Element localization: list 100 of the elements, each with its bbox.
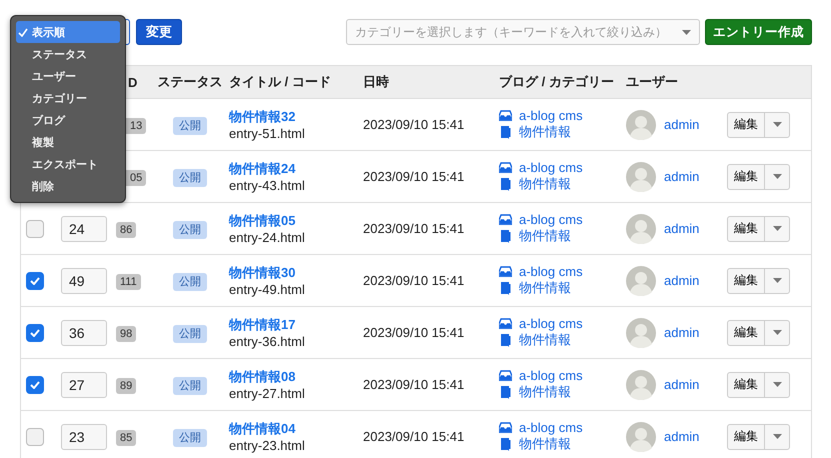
- status-label: 公開: [173, 376, 207, 394]
- column-header: タイトル / コード: [229, 73, 332, 91]
- entry-title-link[interactable]: 物件情報04: [229, 420, 296, 438]
- user-link[interactable]: admin: [664, 377, 700, 392]
- entry-code: entry-24.html: [229, 230, 305, 245]
- category-link[interactable]: 物件情報: [519, 227, 571, 245]
- entry-date: 2023/09/10 15:41: [363, 429, 464, 444]
- entry-title-link[interactable]: 物件情報24: [229, 160, 296, 178]
- column-header: ブログ / カテゴリー: [499, 73, 615, 91]
- menu-item[interactable]: ステータス: [16, 43, 120, 65]
- avatar-icon: [626, 318, 656, 348]
- avatar-icon: [626, 266, 656, 296]
- status-label: 公開: [173, 324, 207, 342]
- entry-date: 2023/09/10 15:41: [363, 377, 464, 392]
- user-link[interactable]: admin: [664, 273, 700, 288]
- bookmark-icon: [499, 334, 512, 346]
- entry-date: 2023/09/10 15:41: [363, 117, 464, 132]
- blog-link[interactable]: a-blog cms: [519, 420, 583, 435]
- order-field[interactable]: 27: [61, 372, 107, 398]
- category-link[interactable]: 物件情報: [519, 383, 571, 401]
- category-link[interactable]: 物件情報: [519, 331, 571, 349]
- caret-icon: [772, 330, 782, 335]
- bookmark-icon: [499, 178, 512, 190]
- entry-date: 2023/09/10 15:41: [363, 273, 464, 288]
- entry-id: 89: [116, 378, 136, 394]
- row-checkbox[interactable]: [26, 220, 44, 238]
- menu-item[interactable]: ユーザー: [16, 65, 120, 87]
- caret-icon: [682, 30, 691, 34]
- user-link[interactable]: admin: [664, 325, 700, 340]
- entry-id: 98: [116, 326, 136, 342]
- status-label: 公開: [173, 116, 207, 134]
- caret-icon: [772, 226, 782, 231]
- caret-icon: [772, 174, 782, 179]
- status-label: 公開: [173, 272, 207, 290]
- row-checkbox[interactable]: [26, 324, 44, 342]
- column-header: ステータス: [156, 73, 224, 91]
- entry-date: 2023/09/10 15:41: [363, 169, 464, 184]
- tray-icon: [499, 214, 512, 225]
- create-entry-button[interactable]: エントリー作成: [705, 19, 812, 45]
- row-checkbox[interactable]: [26, 376, 44, 394]
- row-checkbox[interactable]: [26, 272, 44, 290]
- tray-icon: [499, 110, 512, 121]
- category-link[interactable]: 物件情報: [519, 123, 571, 141]
- tray-icon: [499, 162, 512, 173]
- order-field[interactable]: 24: [61, 216, 107, 242]
- entry-title-link[interactable]: 物件情報32: [229, 108, 296, 126]
- user-link[interactable]: admin: [664, 169, 700, 184]
- avatar-icon: [626, 214, 656, 244]
- bookmark-icon: [499, 438, 512, 450]
- caret-icon: [772, 278, 782, 283]
- user-link[interactable]: admin: [664, 221, 700, 236]
- check-icon: [30, 276, 40, 284]
- avatar-icon: [626, 110, 656, 140]
- entry-title-link[interactable]: 物件情報08: [229, 368, 296, 386]
- avatar-icon: [626, 162, 656, 192]
- entry-title-link[interactable]: 物件情報05: [229, 212, 296, 230]
- menu-item[interactable]: 表示順: [16, 21, 120, 43]
- entry-id: 85: [116, 430, 136, 446]
- blog-link[interactable]: a-blog cms: [519, 316, 583, 331]
- blog-link[interactable]: a-blog cms: [519, 160, 583, 175]
- column-header: D: [127, 74, 138, 90]
- check-icon: [30, 328, 40, 336]
- menu-item[interactable]: カテゴリー: [16, 87, 120, 109]
- entry-title-link[interactable]: 物件情報30: [229, 264, 296, 282]
- bookmark-icon: [499, 386, 512, 398]
- bookmark-icon: [499, 126, 512, 138]
- entry-id: 86: [116, 222, 136, 238]
- user-link[interactable]: admin: [664, 429, 700, 444]
- check-icon: [30, 380, 40, 388]
- menu-item[interactable]: 複製: [16, 131, 120, 153]
- blog-link[interactable]: a-blog cms: [519, 368, 583, 383]
- category-link[interactable]: 物件情報: [519, 279, 571, 297]
- tray-icon: [499, 266, 512, 277]
- status-label: 公開: [173, 220, 207, 238]
- entry-date: 2023/09/10 15:41: [363, 221, 464, 236]
- order-field[interactable]: 36: [61, 320, 107, 346]
- blog-link[interactable]: a-blog cms: [519, 212, 583, 227]
- entry-code: entry-43.html: [229, 178, 305, 193]
- avatar-icon: [626, 370, 656, 400]
- blog-link[interactable]: a-blog cms: [519, 264, 583, 279]
- entry-title-link[interactable]: 物件情報17: [229, 316, 296, 334]
- category-select[interactable]: カテゴリーを選択します（キーワードを入れて絞り込み）: [346, 19, 700, 45]
- bookmark-icon: [499, 230, 512, 242]
- check-icon: [18, 28, 28, 36]
- order-field[interactable]: 49: [61, 268, 107, 294]
- category-link[interactable]: 物件情報: [519, 435, 571, 453]
- tray-icon: [499, 318, 512, 329]
- row-checkbox[interactable]: [26, 428, 44, 446]
- column-header: 日時: [363, 73, 390, 91]
- entry-code: entry-27.html: [229, 386, 305, 401]
- change-button[interactable]: 変更: [136, 19, 182, 45]
- tray-icon: [499, 370, 512, 381]
- order-field[interactable]: 23: [61, 424, 107, 450]
- status-label: 公開: [173, 428, 207, 446]
- user-link[interactable]: admin: [664, 117, 700, 132]
- entry-date: 2023/09/10 15:41: [363, 325, 464, 340]
- tray-icon: [499, 422, 512, 433]
- entry-code: entry-49.html: [229, 282, 305, 297]
- blog-link[interactable]: a-blog cms: [519, 108, 583, 123]
- category-link[interactable]: 物件情報: [519, 175, 571, 193]
